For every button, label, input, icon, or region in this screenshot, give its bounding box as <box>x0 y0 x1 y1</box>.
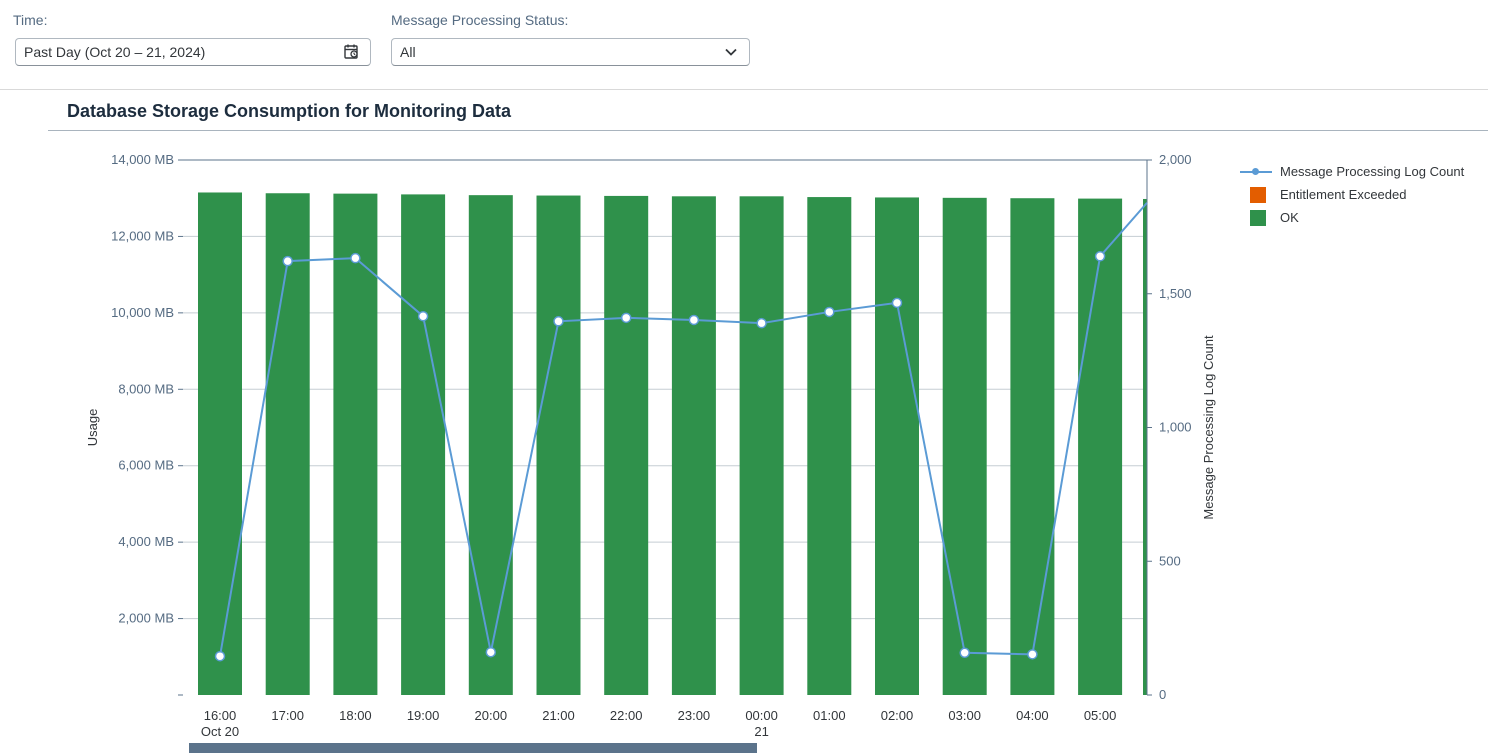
x-tick-label: 05:00 <box>1084 708 1117 723</box>
bar-ok <box>739 196 784 695</box>
status-label: Message Processing Status: <box>391 12 569 28</box>
y2-tick-label: 0 <box>1159 687 1166 702</box>
y-tick-label: 2,000 MB <box>118 611 174 626</box>
x-tick-label: 21:00 <box>542 708 575 723</box>
line-marker-icon <box>1240 166 1272 178</box>
chevron-down-icon <box>721 42 741 62</box>
time-range-value: Past Day (Oct 20 – 21, 2024) <box>24 44 206 60</box>
filter-divider <box>0 89 1488 90</box>
x-tick-label: 02:00 <box>881 708 914 723</box>
bar-ok <box>401 194 446 695</box>
x-tick-label: 18:00 <box>339 708 372 723</box>
y2-tick-label: 1,000 <box>1159 420 1192 435</box>
x-tick-label: 03:00 <box>948 708 981 723</box>
bar-ok <box>468 195 513 695</box>
x-tick-sublabel: 21 <box>754 724 768 739</box>
log-count-point <box>1094 251 1106 262</box>
calendar-icon[interactable] <box>342 42 362 62</box>
y-tick-label: 14,000 MB <box>111 152 174 167</box>
x-tick-label: 23:00 <box>678 708 711 723</box>
y-tick-label: 10,000 MB <box>111 305 174 320</box>
time-label: Time: <box>13 12 48 28</box>
y2-tick-label: 500 <box>1159 553 1181 568</box>
y-tick-label: 12,000 MB <box>111 228 174 243</box>
log-count-point <box>1027 649 1038 660</box>
bar-ok <box>875 197 919 695</box>
log-count-point <box>824 306 835 318</box>
x-tick-label: 16:00 <box>204 708 237 723</box>
bar-ok <box>265 193 310 695</box>
legend-item-log-count[interactable]: Message Processing Log Count <box>1240 160 1464 183</box>
x-tick-label: 20:00 <box>475 708 508 723</box>
y-tick-label: 8,000 MB <box>118 381 174 396</box>
title-divider <box>48 130 1488 131</box>
status-value: All <box>400 44 416 60</box>
log-count-point <box>350 252 361 264</box>
bar-ok <box>807 197 852 695</box>
log-count-point <box>891 297 903 309</box>
bar-ok <box>1078 198 1123 695</box>
legend-label-exceeded: Entitlement Exceeded <box>1280 187 1407 202</box>
log-count-point <box>959 647 970 658</box>
bar-ok <box>942 197 987 695</box>
y2-tick-label: 2,000 <box>1159 152 1192 167</box>
legend-label-ok: OK <box>1280 210 1299 225</box>
log-count-point <box>688 314 700 326</box>
ok-swatch-icon <box>1250 209 1266 226</box>
x-tick-label: 04:00 <box>1016 708 1049 723</box>
x-tick-label: 22:00 <box>610 708 643 723</box>
legend-label-log-count: Message Processing Log Count <box>1280 164 1465 179</box>
y-axis-title: Usage <box>85 409 100 447</box>
range-scrollbar[interactable] <box>189 743 757 753</box>
log-count-point <box>282 255 293 267</box>
chart-title: Database Storage Consumption for Monitor… <box>67 101 512 121</box>
bar-ok-partial <box>1143 198 1147 695</box>
log-count-point <box>485 646 497 658</box>
bar-ok <box>671 196 716 695</box>
storage-chart: 2,000 MB 4,000 MB 6,000 MB 8,000 MB 10,000 M… <box>85 152 1216 753</box>
y-tick-label: 4,000 MB <box>118 534 174 549</box>
x-tick-label: 17:00 <box>271 708 304 723</box>
bar-ok <box>1010 198 1055 695</box>
y-tick-label: 6,000 MB <box>118 458 174 473</box>
log-count-point <box>214 650 226 662</box>
legend-item-ok[interactable]: OK <box>1240 206 1464 229</box>
x-tick-label: 19:00 <box>407 708 440 723</box>
log-count-point <box>553 316 564 327</box>
y2-tick-label: 1,500 <box>1159 286 1192 301</box>
bar-ok <box>604 195 649 695</box>
exceeded-swatch-icon <box>1250 186 1266 203</box>
bar-ok <box>198 192 242 695</box>
chart-legend: Message Processing Log Count Entitlement… <box>1240 160 1464 229</box>
bar-ok <box>333 193 378 695</box>
x-tick-label: 00:00 <box>745 708 778 723</box>
log-count-point <box>417 310 429 322</box>
log-count-point <box>620 312 632 324</box>
x-tick-label: 01:00 <box>813 708 846 723</box>
x-tick-sublabel: Oct 20 <box>201 724 239 739</box>
y2-axis-title: Message Processing Log Count <box>1201 335 1216 520</box>
log-count-point <box>756 317 767 329</box>
time-range-picker[interactable]: Past Day (Oct 20 – 21, 2024) <box>15 38 371 66</box>
status-select[interactable]: All <box>391 38 750 66</box>
bar-ok <box>536 195 581 695</box>
legend-item-exceeded[interactable]: Entitlement Exceeded <box>1240 183 1464 206</box>
